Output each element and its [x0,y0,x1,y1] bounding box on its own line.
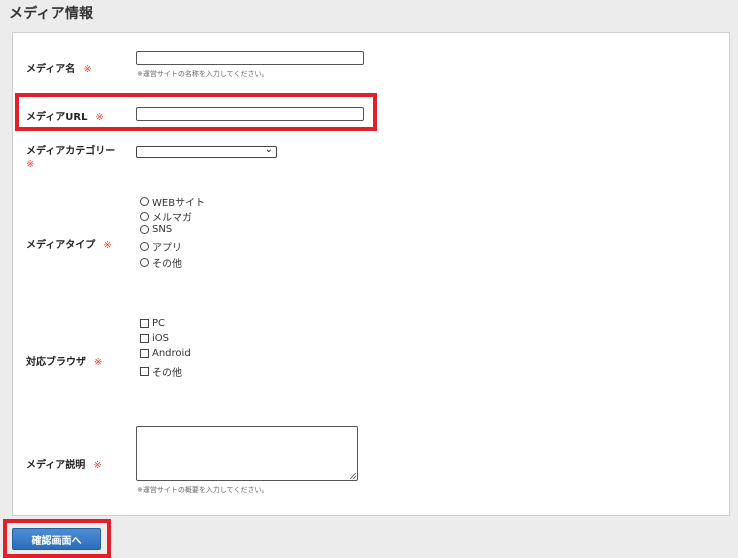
radio-button[interactable] [140,212,149,221]
browser-option[interactable]: Android [140,348,191,359]
checkbox[interactable] [140,349,149,358]
required-mark: ※ [93,460,102,471]
required-mark: ※ [103,240,112,251]
media-description-hint: ※運営サイトの概要を入力してください。 [137,486,269,494]
radio-button[interactable] [140,225,149,234]
radio-button[interactable] [140,242,149,251]
media-name-input[interactable] [136,51,364,65]
highlight-box [3,519,111,558]
media-type-option[interactable]: SNS [140,224,172,235]
page-title: メディア情報 [9,6,94,22]
checkbox[interactable] [140,319,149,328]
required-mark: ※ [83,64,92,75]
media-type-label: メディアタイプ ※ [26,240,112,251]
media-description-textarea[interactable] [136,426,358,481]
media-description-label: メディア説明 ※ [26,460,102,471]
required-mark: ※ [94,357,103,368]
media-type-option[interactable]: アプリ [140,239,182,254]
browser-option[interactable]: iOS [140,333,169,344]
required-mark: ※ [26,159,35,170]
media-category-label: メディアカテゴリー ※ [26,146,116,170]
browser-option[interactable]: その他 [140,364,182,379]
chevron-down-icon: ⌄ [264,144,273,155]
checkbox[interactable] [140,367,149,376]
media-type-option[interactable]: その他 [140,255,182,270]
radio-button[interactable] [140,197,149,206]
checkbox[interactable] [140,334,149,343]
resize-grip-icon[interactable] [350,473,356,479]
media-name-label: メディア名 ※ [26,64,92,75]
media-name-hint: ※運営サイトの名称を入力してください。 [137,70,269,78]
highlight-box [15,93,377,131]
browser-option[interactable]: PC [140,318,165,329]
media-type-option[interactable]: メルマガ [140,209,192,224]
media-category-select[interactable]: ⌄ [136,144,277,158]
browser-label: 対応ブラウザ ※ [26,357,103,368]
media-type-option[interactable]: WEBサイト [140,194,205,209]
radio-button[interactable] [140,258,149,267]
